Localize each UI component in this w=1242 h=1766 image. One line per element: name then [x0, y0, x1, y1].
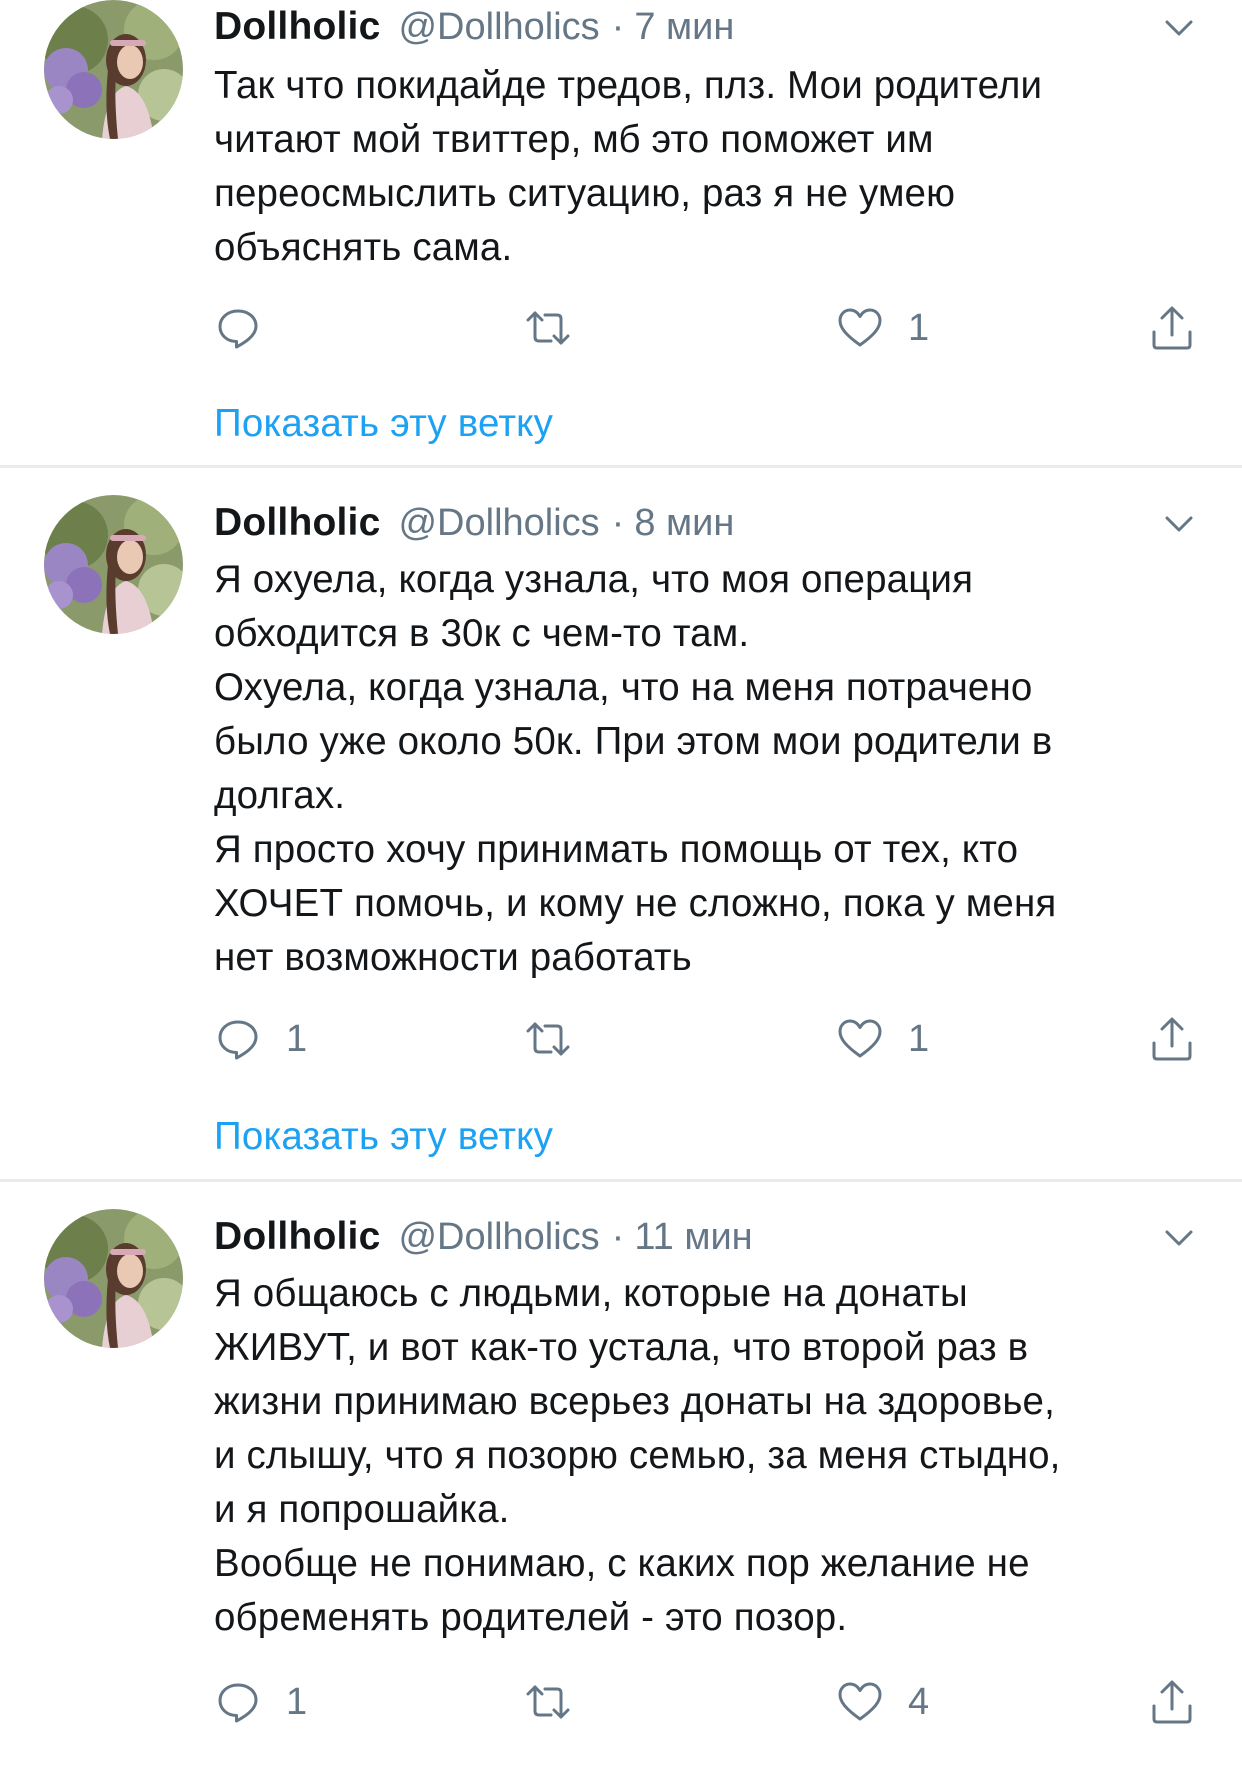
like-count: 4	[908, 1680, 930, 1723]
reply-icon	[218, 309, 258, 349]
tweet-text-line: и слышу, что я позорю семью, за меня сты…	[214, 1434, 1061, 1477]
chevron-down-icon[interactable]	[1159, 1218, 1199, 1258]
tweet-actions: 1	[214, 300, 1204, 356]
tweet[interactable]: Dollholic @Dollholics · 8 мин Я охуела, …	[0, 468, 1242, 1180]
tweet-actions: 1 1	[214, 1011, 1204, 1067]
tweet-text-line: Так что покидайде тредов, плз. Мои родит…	[214, 64, 1043, 107]
reply-count: 1	[286, 1017, 308, 1060]
timestamp[interactable]: 11 мин	[634, 1216, 752, 1259]
retweet-button[interactable]	[524, 1674, 596, 1730]
user-handle[interactable]: @Dollholics	[398, 1216, 599, 1259]
heart-icon	[838, 308, 882, 347]
tweet-actions: 1 4	[214, 1674, 1204, 1730]
reply-icon	[218, 1683, 258, 1723]
tweet[interactable]: Dollholic @Dollholics · 11 мин Я общаюсь…	[0, 1182, 1242, 1766]
timestamp[interactable]: 8 мин	[634, 502, 734, 545]
avatar[interactable]	[44, 495, 183, 634]
tweet-feed: Dollholic @Dollholics · 7 мин Так что по…	[0, 0, 1242, 1766]
share-button[interactable]	[1148, 1674, 1196, 1730]
avatar[interactable]	[44, 1209, 183, 1348]
avatar-image	[44, 1209, 183, 1348]
like-count: 1	[908, 306, 930, 349]
avatar-image	[44, 0, 183, 139]
tweet-header: Dollholic @Dollholics · 7 мин	[214, 2, 1172, 52]
retweet-button[interactable]	[524, 300, 596, 356]
heart-icon	[838, 1682, 882, 1721]
like-button[interactable]: 4	[836, 1674, 929, 1730]
tweet-header: Dollholic @Dollholics · 8 мин	[214, 498, 1172, 548]
retweet-button[interactable]	[524, 1011, 596, 1067]
retweet-icon	[526, 1685, 570, 1719]
share-icon	[1152, 306, 1192, 350]
display-name[interactable]: Dollholic	[214, 5, 380, 49]
separator: ·	[611, 5, 625, 48]
avatar[interactable]	[44, 0, 183, 139]
retweet-icon	[526, 1022, 570, 1056]
tweet-text-line: жизни принимаю всерьез донаты на здоровь…	[214, 1380, 1055, 1423]
tweet-text-line: было уже около 50к. При этом мои родител…	[214, 720, 1053, 763]
reply-button[interactable]: 1	[214, 1674, 307, 1730]
tweet-text-line: переосмыслить ситуацию, раз я не умею	[214, 172, 956, 215]
display-name[interactable]: Dollholic	[214, 501, 380, 545]
tweet-text-line: обременять родителей - это позор.	[214, 1596, 848, 1639]
tweet-text: Я общаюсь с людьми, которые на донаты ЖИ…	[214, 1267, 1202, 1645]
user-handle[interactable]: @Dollholics	[398, 502, 599, 545]
retweet-icon	[526, 311, 570, 345]
heart-icon	[838, 1019, 882, 1058]
separator: ·	[611, 1215, 625, 1258]
tweet-text-line: долгах.	[214, 774, 346, 817]
reply-button[interactable]	[214, 300, 286, 356]
show-thread-link[interactable]: Показать эту ветку	[214, 402, 553, 446]
tweet-text-line: Я общаюсь с людьми, которые на донаты	[214, 1272, 968, 1315]
tweet-text-line: Я просто хочу принимать помощь от тех, к…	[214, 828, 1019, 871]
tweet-text-line: Вообще не понимаю, с каких пор желание н…	[214, 1542, 1030, 1585]
like-button[interactable]: 1	[836, 300, 929, 356]
tweet-text-line: читают мой твиттер, мб это поможет им	[214, 118, 934, 161]
tweet[interactable]: Dollholic @Dollholics · 7 мин Так что по…	[0, 0, 1242, 466]
tweet-text: Так что покидайде тредов, плз. Мои родит…	[214, 59, 1202, 275]
user-handle[interactable]: @Dollholics	[398, 6, 599, 49]
like-count: 1	[908, 1017, 930, 1060]
tweet-text-line: объяснять сама.	[214, 226, 513, 269]
reply-button[interactable]: 1	[214, 1011, 307, 1067]
tweet-text-line: Я охуела, когда узнала, что моя операция	[214, 558, 974, 601]
share-icon	[1152, 1680, 1192, 1724]
tweet-text-line: обходится в 30к с чем-то там.	[214, 612, 750, 655]
tweet-text-line: и я попрошайка.	[214, 1488, 510, 1531]
tweet-header: Dollholic @Dollholics · 11 мин	[214, 1212, 1172, 1262]
share-button[interactable]	[1148, 1011, 1196, 1067]
like-button[interactable]: 1	[836, 1011, 929, 1067]
reply-count: 1	[286, 1680, 308, 1723]
chevron-down-icon[interactable]	[1159, 504, 1199, 544]
share-button[interactable]	[1148, 300, 1196, 356]
share-icon	[1152, 1017, 1192, 1061]
avatar-image	[44, 495, 183, 634]
tweet-text: Я охуела, когда узнала, что моя операция…	[214, 553, 1202, 985]
timestamp[interactable]: 7 мин	[634, 6, 734, 49]
chevron-down-icon[interactable]	[1159, 8, 1199, 48]
tweet-text-line: Охуела, когда узнала, что на меня потрач…	[214, 666, 1033, 709]
display-name[interactable]: Dollholic	[214, 1215, 380, 1259]
separator: ·	[611, 501, 625, 544]
tweet-text-line: ХОЧЕТ помочь, и кому не сложно, пока у м…	[214, 882, 1057, 925]
tweet-text-line: ЖИВУТ, и вот как-то устала, что второй р…	[214, 1326, 1029, 1369]
tweet-text-line: нет возможности работать	[214, 936, 692, 979]
reply-icon	[218, 1020, 258, 1060]
show-thread-link[interactable]: Показать эту ветку	[214, 1115, 553, 1159]
